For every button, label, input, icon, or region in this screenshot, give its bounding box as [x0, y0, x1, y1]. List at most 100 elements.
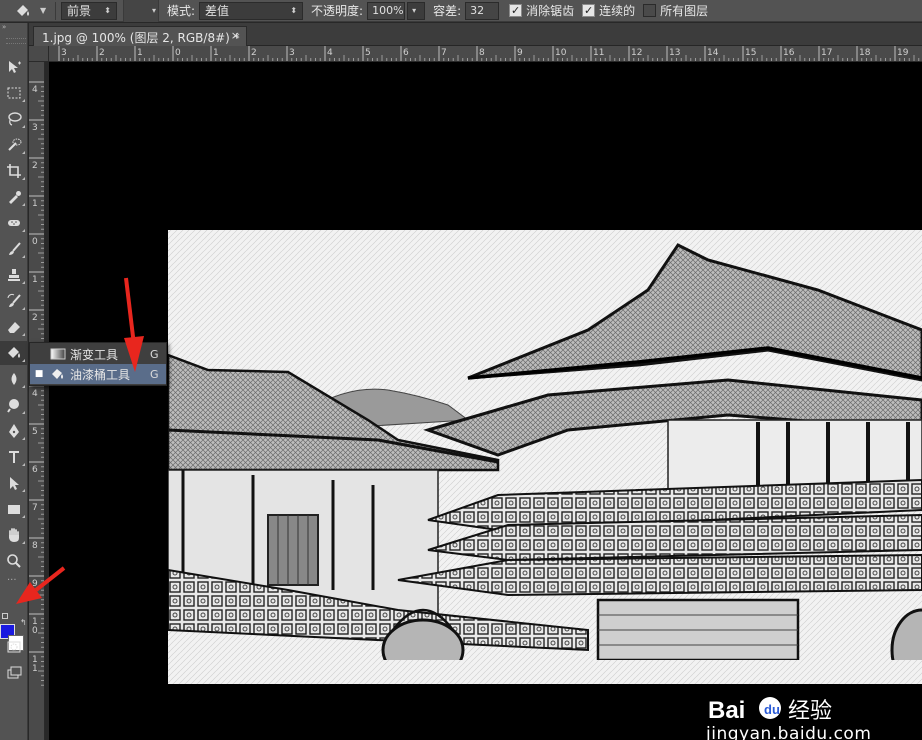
- move-tool[interactable]: [0, 55, 27, 79]
- blur-tool[interactable]: [0, 367, 27, 391]
- ruler-label: 4: [32, 85, 38, 95]
- type-icon: [8, 451, 19, 463]
- menu-item-gradient-tool[interactable]: 渐变工具 G: [30, 344, 166, 364]
- document-tab-title: 1.jpg @ 100% (图层 2, RGB/8#) *: [42, 31, 240, 45]
- ruler-label: 1: [32, 199, 38, 209]
- type-tool[interactable]: [0, 445, 27, 469]
- ruler-label: 7: [32, 503, 38, 513]
- brush-icon: [8, 242, 21, 255]
- opacity-field[interactable]: 100%: [367, 1, 406, 20]
- all-layers-label: 所有图层: [660, 4, 709, 18]
- paint-bucket-icon: [17, 4, 29, 16]
- ruler-label: 8: [479, 48, 485, 58]
- tolerance-label: 容差:: [433, 4, 462, 18]
- vertical-ruler[interactable]: 432101234567891011: [29, 62, 45, 740]
- ruler-label: 0: [32, 626, 38, 636]
- divider: [55, 1, 56, 20]
- ruler-label: 13: [669, 48, 680, 58]
- horizontal-ruler[interactable]: 3 2 1 0 1 2 3 4 5 6 7 8 9 10 11 12 13 14 15 16 17 18 19: [49, 46, 922, 62]
- close-icon[interactable]: ×: [231, 29, 240, 42]
- all-layers-checkbox[interactable]: 所有图层: [643, 2, 708, 19]
- mode-label: 模式:: [167, 4, 196, 18]
- screen-mode-button[interactable]: [0, 661, 27, 685]
- marquee-tool[interactable]: [0, 81, 27, 105]
- sketch-photo-forbidden-city: [168, 230, 922, 684]
- crop-tool[interactable]: [0, 159, 27, 183]
- healing-brush-tool[interactable]: [0, 211, 27, 235]
- quick-select-icon: [7, 138, 21, 151]
- document-tab-bar: 1.jpg @ 100% (图层 2, RGB/8#) * ×: [29, 23, 922, 46]
- eraser-icon: [7, 322, 20, 333]
- quick-mask-button[interactable]: [0, 635, 27, 659]
- eraser-tool[interactable]: [0, 315, 27, 339]
- ruler-label: 15: [745, 48, 756, 58]
- opacity-label: 不透明度:: [311, 4, 364, 18]
- check-icon: ✓: [509, 4, 523, 17]
- fill-source-value: 前景: [67, 4, 92, 18]
- zoom-tool[interactable]: [0, 549, 27, 573]
- anti-alias-checkbox[interactable]: ✓ 消除锯齿: [509, 2, 574, 19]
- tolerance-field[interactable]: 32: [465, 1, 500, 20]
- document-tab[interactable]: 1.jpg @ 100% (图层 2, RGB/8#) * ×: [33, 26, 247, 46]
- document-canvas[interactable]: Bai du 经验: [49, 62, 922, 740]
- palace-sketch-image: [168, 230, 922, 684]
- dodge-icon: [6, 399, 19, 413]
- options-bar: ▼ 前景 ⬍ ▾ 模式: 差值 ⬍ 不透明度: 100% ▾ 容差: 32 ✓ …: [0, 0, 922, 22]
- pen-tool[interactable]: [0, 419, 27, 443]
- ruler-label: 7: [441, 48, 447, 58]
- ruler-label: 9: [517, 48, 523, 58]
- path-selection-tool[interactable]: [0, 471, 27, 495]
- ruler-label: 4: [327, 48, 333, 58]
- clone-stamp-tool[interactable]: [0, 263, 27, 287]
- ruler-label: 9: [32, 579, 38, 589]
- default-colors-icon[interactable]: [2, 613, 8, 619]
- rectangle-tool[interactable]: [0, 497, 27, 521]
- history-brush-tool[interactable]: [0, 289, 27, 313]
- ruler-origin[interactable]: [29, 46, 49, 62]
- panel-grip[interactable]: [6, 38, 26, 44]
- collapse-arrows-icon[interactable]: »: [0, 23, 27, 31]
- ruler-label: 1: [137, 48, 143, 58]
- lasso-icon: [7, 112, 22, 126]
- paint-bucket-tool-shortcut: G: [150, 367, 159, 381]
- contiguous-checkbox[interactable]: ✓ 连续的: [582, 2, 635, 19]
- move-icon: [8, 61, 21, 73]
- ruler-label: 19: [897, 48, 909, 58]
- hand-tool[interactable]: [0, 523, 27, 547]
- chevron-down-icon: ▾: [412, 6, 417, 15]
- ruler-label: 12: [631, 48, 642, 58]
- more-tools-icon[interactable]: ···: [7, 575, 17, 586]
- blur-icon: [11, 373, 16, 385]
- brush-tool[interactable]: [0, 237, 27, 261]
- ruler-label: 6: [403, 48, 409, 58]
- mode-dropdown[interactable]: 差值 ⬍: [199, 1, 304, 20]
- fill-source-dropdown[interactable]: 前景 ⬍: [61, 1, 117, 20]
- pen-icon: [8, 424, 19, 438]
- ruler-label: 0: [175, 48, 181, 58]
- ruler-label: 1: [213, 48, 219, 58]
- eyedropper-tool[interactable]: [0, 185, 27, 209]
- crop-icon: [6, 164, 21, 178]
- ruler-label: 10: [555, 48, 567, 58]
- dodge-tool[interactable]: [0, 393, 27, 417]
- photoshop-window: ▼ 前景 ⬍ ▾ 模式: 差值 ⬍ 不透明度: 100% ▾ 容差: 32 ✓ …: [0, 0, 922, 740]
- gradient-tool-label: 渐变工具: [70, 347, 119, 362]
- pattern-picker[interactable]: ▾: [123, 0, 159, 22]
- selected-bullet-icon: ■: [34, 369, 44, 379]
- menu-item-paint-bucket-tool[interactable]: ■ 油漆桶工具 G: [30, 364, 166, 384]
- paint-bucket-tool[interactable]: [0, 341, 27, 365]
- lasso-tool[interactable]: [0, 107, 27, 131]
- ruler-label: 4: [32, 389, 38, 399]
- swap-colors-icon[interactable]: ↰: [20, 618, 27, 627]
- rectangle-icon: [7, 505, 20, 514]
- ruler-label: 3: [32, 123, 38, 133]
- check-icon: ✓: [582, 4, 596, 17]
- ruler-label: 14: [707, 48, 719, 58]
- updown-arrow-icon: ⬍: [290, 6, 298, 15]
- mode-value: 差值: [205, 4, 230, 18]
- opacity-slider-button[interactable]: ▾: [407, 1, 426, 20]
- ruler-label: 2: [32, 161, 38, 171]
- tool-preset-picker[interactable]: ▼: [0, 0, 50, 22]
- paint-bucket-tool-label: 油漆桶工具: [70, 367, 131, 382]
- quick-select-tool[interactable]: [0, 133, 27, 157]
